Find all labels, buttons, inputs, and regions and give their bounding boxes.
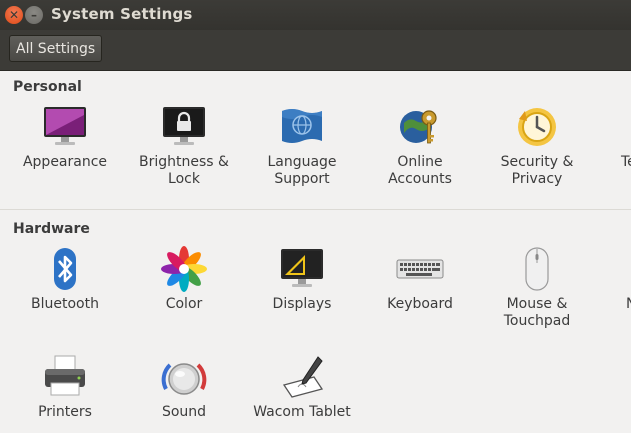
- lock-screen-icon: [163, 107, 205, 145]
- minimize-icon: –: [31, 8, 37, 22]
- item-label: Wacom Tablet: [253, 404, 351, 420]
- close-window-button[interactable]: ✕: [5, 6, 23, 24]
- item-label: N: [596, 296, 631, 313]
- item-label: Te: [621, 154, 631, 170]
- item-label: Sound: [161, 404, 207, 420]
- item-printers[interactable]: Printers: [6, 353, 124, 421]
- item-label: Displays: [272, 296, 332, 312]
- section-title-personal: Personal: [13, 79, 82, 95]
- appearance-icon: [44, 107, 86, 145]
- color-wheel-icon: [161, 246, 207, 292]
- mouse-icon: [525, 247, 549, 291]
- section-title-hardware: Hardware: [13, 221, 90, 237]
- printer-icon: [45, 355, 85, 396]
- close-icon: ✕: [8, 8, 20, 22]
- item-partial-hardware[interactable]: N: [596, 245, 631, 313]
- item-partial-personal[interactable]: Te: [596, 103, 631, 171]
- item-color[interactable]: Color: [125, 245, 243, 313]
- item-online-accounts[interactable]: Online Accounts: [361, 103, 479, 188]
- window-title: System Settings: [51, 5, 193, 23]
- item-label: Security & Privacy: [500, 154, 574, 187]
- item-label: Brightness & Lock: [139, 154, 229, 187]
- all-settings-button[interactable]: All Settings: [9, 35, 103, 62]
- item-brightness-lock[interactable]: Brightness & Lock: [125, 103, 243, 188]
- wacom-tablet-icon: [282, 356, 324, 398]
- item-bluetooth[interactable]: Bluetooth: [6, 245, 124, 313]
- security-clock-icon: [518, 108, 556, 146]
- keyboard-icon: [396, 259, 444, 279]
- minimize-window-button[interactable]: –: [25, 6, 43, 24]
- title-bar: ✕ – System Settings: [0, 0, 631, 30]
- section-divider: [0, 209, 631, 210]
- item-label: Color: [165, 296, 203, 312]
- item-label: Mouse & Touchpad: [503, 296, 571, 329]
- online-accounts-keys-icon: [400, 110, 437, 144]
- item-wacom-tablet[interactable]: Wacom Tablet: [243, 353, 361, 421]
- item-keyboard[interactable]: Keyboard: [361, 245, 479, 313]
- bluetooth-icon: [54, 248, 76, 290]
- item-label: Language Support: [267, 154, 337, 187]
- item-label: Appearance: [22, 154, 108, 170]
- item-security-privacy[interactable]: Security & Privacy: [478, 103, 596, 188]
- item-sound[interactable]: Sound: [125, 353, 243, 421]
- item-language-support[interactable]: Language Support: [243, 103, 361, 188]
- item-mouse-touchpad[interactable]: Mouse & Touchpad: [478, 245, 596, 330]
- item-label: Printers: [38, 404, 92, 420]
- item-label: Bluetooth: [31, 296, 99, 312]
- language-flag-icon: [282, 109, 322, 143]
- item-displays[interactable]: Displays: [243, 245, 361, 313]
- item-label: Online Accounts: [388, 154, 452, 187]
- sound-knob-icon: [161, 363, 207, 395]
- item-appearance[interactable]: Appearance: [6, 103, 124, 171]
- display-monitor-icon: [281, 249, 323, 287]
- item-label: Keyboard: [387, 296, 453, 312]
- toolbar: All Settings: [0, 30, 631, 71]
